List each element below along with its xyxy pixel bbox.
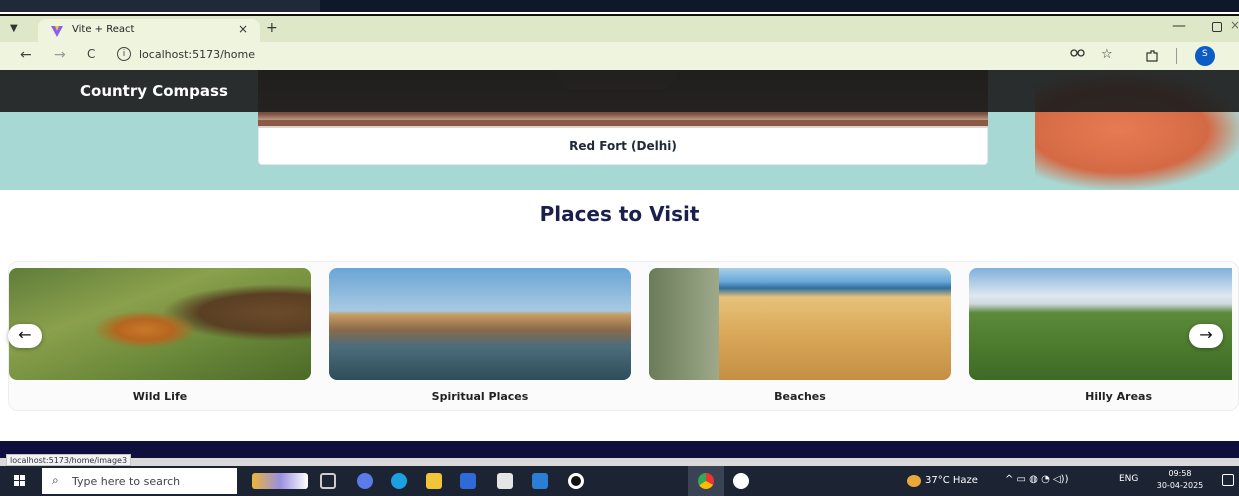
bookmark-star-icon[interactable]: ☆	[1101, 47, 1113, 62]
taskbar-search-box[interactable]: ⌕ Type here to search	[42, 468, 237, 494]
tab-vite-react[interactable]: Vite + React ×	[38, 19, 260, 42]
file-explorer-icon[interactable]	[426, 473, 442, 489]
cloud-app-icon[interactable]	[733, 473, 749, 489]
chrome-icon[interactable]	[698, 473, 714, 489]
forward-button[interactable]: →	[54, 47, 66, 63]
brand-logo-text[interactable]: Country Compass	[80, 82, 228, 100]
site-info-icon[interactable]: i	[117, 47, 131, 61]
close-window-button[interactable]: ×	[1230, 18, 1239, 32]
top-edge-dark	[0, 0, 320, 12]
weather-icon[interactable]	[907, 475, 921, 487]
weather-text[interactable]: 37°C Haze	[925, 475, 978, 486]
address-bar[interactable]: i localhost:5173/home	[115, 45, 1215, 67]
beach-road-strip	[649, 268, 719, 380]
profile-initial: S	[1202, 49, 1208, 59]
profile-avatar[interactable]: S	[1195, 46, 1215, 66]
hero-caption-card: Red Fort (Delhi)	[258, 128, 988, 165]
status-bar	[0, 458, 1239, 466]
password-key-icon[interactable]	[1070, 47, 1086, 59]
copilot-icon[interactable]	[357, 473, 373, 489]
top-edge-strip	[0, 0, 1239, 16]
restore-button[interactable]	[1212, 22, 1222, 32]
windows-taskbar: ⌕ Type here to search 37°C Haze ^ ▭ ◍ ◔ …	[0, 466, 1239, 496]
tab-strip: ▼ Vite + React × + — ×	[0, 16, 1239, 42]
spiritual-places-image[interactable]	[329, 268, 631, 380]
site-footer	[0, 441, 1239, 458]
wild-life-image[interactable]	[9, 268, 311, 380]
card-beaches[interactable]: Beaches	[649, 268, 951, 408]
card-label: Spiritual Places	[431, 390, 529, 403]
status-url-preview: localhost:5173/home/image3	[6, 454, 132, 466]
navigation-bar: ← → C i localhost:5173/home ☆ S	[0, 42, 1239, 70]
clock-date: 30-04-2025	[1156, 481, 1204, 490]
back-button[interactable]: ←	[20, 47, 32, 63]
reload-button[interactable]: C	[87, 47, 95, 61]
browser-chrome: ▼ Vite + React × + — × ← → C i localhost…	[0, 16, 1239, 70]
hero-banner: Country Compass Red Fort (Delhi)	[0, 70, 1239, 190]
extensions-puzzle-icon[interactable]	[1145, 49, 1159, 63]
web-page: Country Compass Red Fort (Delhi) Places …	[0, 70, 1239, 458]
card-label: Beaches	[774, 390, 826, 403]
notification-icon[interactable]	[1222, 474, 1234, 486]
tab-title: Vite + React	[72, 24, 135, 35]
card-wild-life[interactable]: Wild Life	[9, 268, 311, 408]
tab-close-icon[interactable]: ×	[238, 22, 248, 36]
places-carousel: Wild Life Spiritual Places Beaches Hilly…	[8, 261, 1239, 411]
search-icon: ⌕	[52, 473, 59, 487]
card-spiritual-places[interactable]: Spiritual Places	[329, 268, 631, 408]
taskbar-clock[interactable]: 09:58 30-04-2025	[1150, 468, 1210, 492]
windows-start-icon[interactable]	[14, 475, 26, 487]
fort-wall-shape	[258, 120, 988, 126]
top-edge-dark-2	[320, 0, 1239, 12]
section-title: Places to Visit	[539, 202, 700, 226]
beaches-image[interactable]	[649, 268, 951, 380]
minimize-button[interactable]: —	[1172, 18, 1186, 34]
hilly-areas-image[interactable]	[969, 268, 1232, 380]
store-icon[interactable]	[460, 473, 476, 489]
search-placeholder: Type here to search	[72, 475, 181, 488]
github-icon[interactable]	[568, 473, 584, 489]
vite-logo-icon	[51, 26, 63, 37]
carousel-prev-arrow[interactable]: ←	[8, 324, 42, 348]
edge-browser-icon[interactable]	[391, 473, 407, 489]
carousel-next-arrow[interactable]: →	[1189, 324, 1223, 348]
search-highlight-icon[interactable]	[252, 473, 308, 489]
mail-icon[interactable]	[497, 473, 513, 489]
hero-caption: Red Fort (Delhi)	[569, 139, 677, 153]
url-text[interactable]: localhost:5173/home	[139, 48, 255, 61]
toolbar-divider	[1176, 48, 1177, 64]
system-tray-icons[interactable]: ^ ▭ ◍ ◔ ◁))	[1005, 474, 1069, 485]
language-indicator[interactable]: ENG	[1119, 474, 1138, 484]
vscode-icon[interactable]	[532, 473, 548, 489]
card-label: Hilly Areas	[1085, 390, 1152, 403]
clock-time: 09:58	[1168, 469, 1192, 478]
site-header: Country Compass	[0, 70, 1239, 112]
task-view-icon[interactable]	[320, 473, 336, 489]
tab-search-chevron-icon[interactable]: ▼	[10, 23, 28, 37]
card-label: Wild Life	[132, 390, 188, 403]
new-tab-button[interactable]: +	[266, 20, 278, 36]
